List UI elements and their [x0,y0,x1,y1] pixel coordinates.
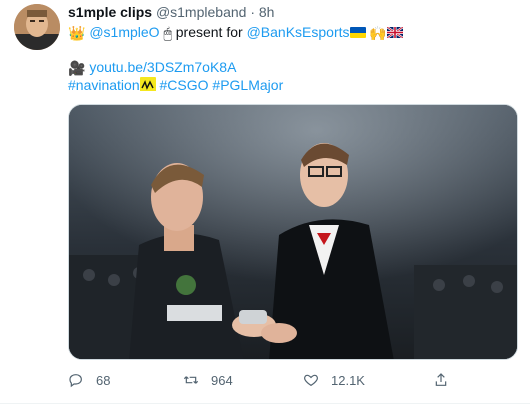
hashtag-pglmajor[interactable]: #PGLMajor [212,77,283,93]
like-count: 12.1K [331,372,365,388]
tweet-timestamp[interactable]: 8h [259,4,275,20]
crown-icon: 👑 [68,25,86,41]
tweet-video[interactable] [68,104,518,360]
flag-ukraine-icon [349,27,366,38]
retweet-button[interactable]: 964 [183,372,233,388]
hashtag-navination[interactable]: #navination [68,77,140,93]
retweet-icon [183,376,199,384]
video-frame [69,105,517,359]
text-present-for: present for [175,24,243,40]
tweet-text-line-2: 🎥 youtu.be/3DSZm7oK8A [68,58,236,78]
mention-banksesports[interactable]: @BanKsEsports [247,24,350,40]
mouse-icon: 🖱 [163,25,172,41]
reply-icon [69,374,82,388]
reply-count: 68 [96,372,111,388]
like-button[interactable]: 12.1K [303,372,365,388]
author-handle[interactable]: @s1mpleband [156,4,247,20]
flag-uk-icon [386,27,403,38]
tweet-text-line-3: #navination #CSGO #PGLMajor [68,76,283,95]
avatar[interactable] [14,4,60,50]
raising-hands-icon: 🙌 [369,25,387,41]
navi-logo-icon [139,77,156,91]
tweet-actions: 68 964 12.1K [68,372,518,392]
share-button[interactable] [433,372,461,388]
reply-button[interactable]: 68 [68,372,110,388]
tweet[interactable]: s1mple clips @s1mpleband · 8h 👑 @s1mpleO… [0,0,530,404]
share-icon [435,373,447,386]
tweet-header: s1mple clips @s1mpleband · 8h [68,3,274,22]
video-link[interactable]: youtu.be/3DSZm7oK8A [89,59,236,75]
author-name[interactable]: s1mple clips [68,4,152,20]
heart-icon [304,374,318,387]
retweet-count: 964 [211,372,233,388]
separator-dot: · [250,4,255,20]
hashtag-csgo[interactable]: #CSGO [160,77,209,93]
tweet-text-line-1: 👑 @s1mpleO 🖱 present for @BanKsEsports 🙌 [68,23,403,43]
mention-s1mpleo[interactable]: @s1mpleO [89,24,159,40]
